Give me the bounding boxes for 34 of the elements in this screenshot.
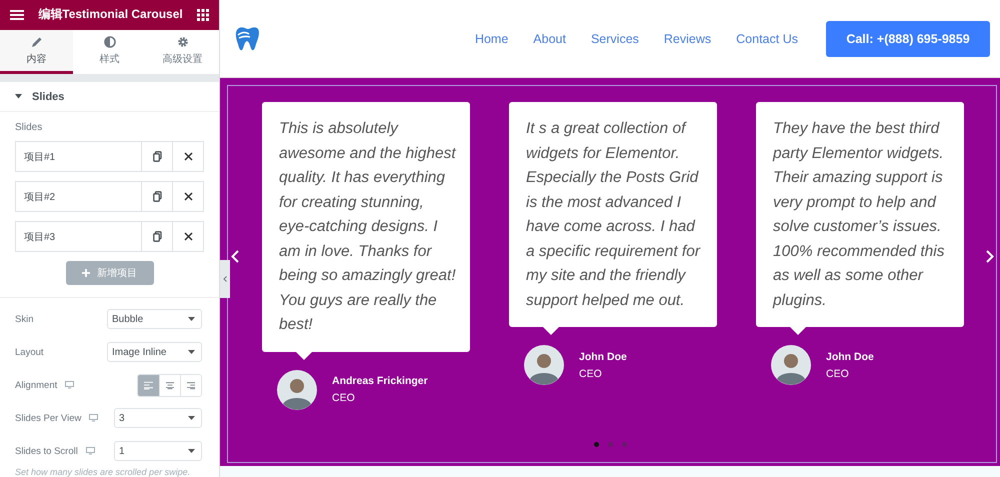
- author-name: John Doe: [579, 350, 627, 362]
- nav-link[interactable]: About: [533, 32, 566, 46]
- author-title: CEO: [579, 368, 603, 380]
- testimonial-text: It s a great collection of widgets for Elementor. Especially the Posts Grid is the most advanced I have come across. I had a specific requirement for my site and the friendly support helped me out.: [526, 119, 702, 310]
- item-title[interactable]: 项目#2: [16, 182, 141, 212]
- panel-title: 编辑Testimonial Carousel: [38, 6, 183, 24]
- select-field[interactable]: 3: [114, 408, 202, 428]
- nav-link[interactable]: Contact Us: [736, 32, 798, 46]
- item-title[interactable]: 项目#3: [16, 222, 141, 252]
- select-field[interactable]: 1: [114, 441, 202, 462]
- control-label: Skin: [15, 314, 34, 325]
- nav-link[interactable]: Home: [474, 32, 508, 46]
- control-label: Layout: [15, 346, 44, 358]
- select-field[interactable]: Image Inline: [107, 342, 202, 362]
- author-name: John Doe: [826, 350, 874, 362]
- help-text: Set how many slides are scrolled per swipe.: [15, 467, 192, 477]
- author-title: CEO: [826, 368, 850, 380]
- control-label: Slides Per View: [15, 412, 82, 424]
- testimonial-text: They have the best third party Elementor widgets. Their amazing support is very prompt to help and solve customer’s issues. 100% recommended this as well as some other plugins.: [773, 119, 946, 310]
- control-label: Alignment: [15, 380, 58, 391]
- repeater-item[interactable]: 项目#3: [15, 221, 204, 252]
- author-name: Andreas Frickinger: [332, 375, 428, 387]
- testimonial-text: This is absolutely awesome and the highest quality. It has everything for creating stunning, eye-catching designs. I am in love. Thanks for being so amazingly great! You guys are really the best!: [279, 119, 458, 335]
- repeater-item[interactable]: 项目#2: [15, 181, 204, 212]
- item-title[interactable]: 项目#1: [16, 142, 141, 172]
- author-title: CEO: [332, 392, 356, 404]
- control-label: Slides to Scroll: [15, 446, 78, 457]
- repeater-item[interactable]: 项目#1: [15, 141, 204, 172]
- nav-link[interactable]: Reviews: [664, 32, 712, 46]
- field-label: Slides: [15, 122, 44, 134]
- panel-tab[interactable]: 内容: [0, 30, 73, 74]
- call-button[interactable]: Call: +(888) 695-9859: [826, 20, 990, 56]
- nav-link[interactable]: Services: [590, 32, 639, 46]
- select-field[interactable]: Bubble: [107, 309, 202, 330]
